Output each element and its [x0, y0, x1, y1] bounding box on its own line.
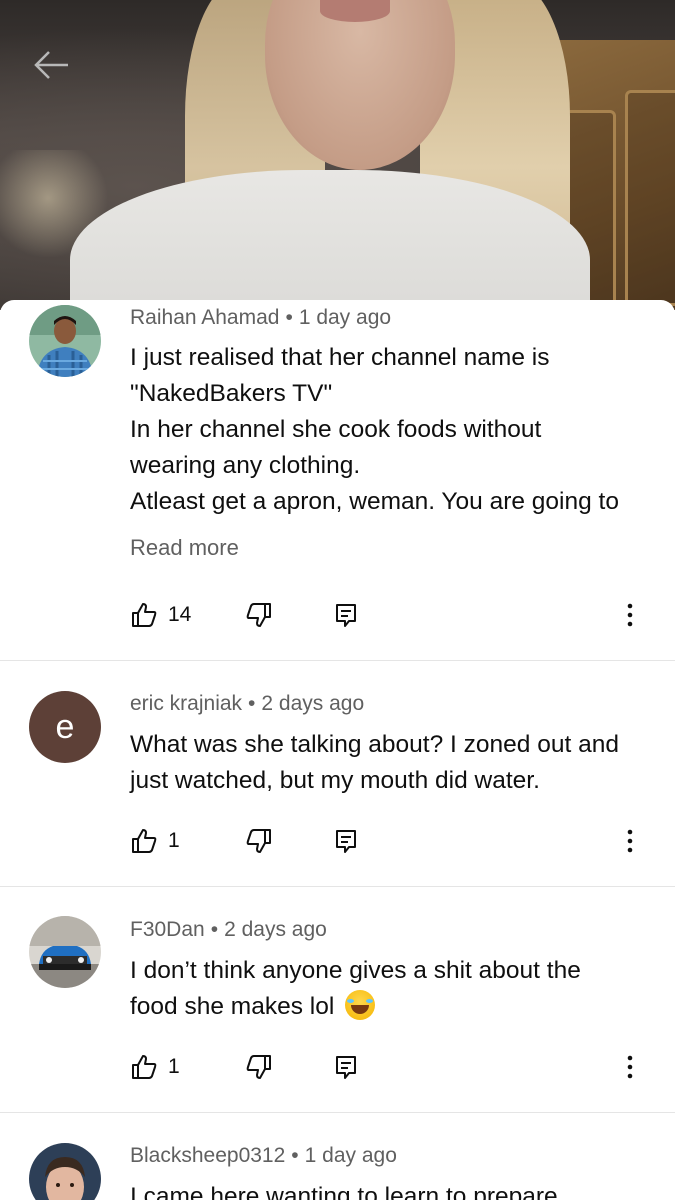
avatar[interactable]: e	[29, 691, 101, 763]
thumbs-down-icon	[246, 603, 271, 627]
comment-item: Blacksheep0312 • 1 day ago I came here wan…	[0, 1113, 675, 1200]
avatar[interactable]	[29, 916, 101, 988]
reply-comment-icon	[336, 1056, 356, 1079]
dislike-button[interactable]	[245, 598, 273, 632]
comments-sheet: Raihan Ahamad • 1 day ago I just realised …	[0, 300, 675, 1200]
comment-meta: Raihan Ahamad • 1 day ago	[130, 306, 391, 330]
comment-author[interactable]: eric krajniak	[130, 692, 242, 715]
comment-line-text: food she makes lol	[130, 993, 335, 1020]
comment-line: What was she talking about? I zoned out …	[130, 731, 619, 758]
like-count: 1	[168, 1055, 180, 1078]
more-options-button[interactable]	[618, 824, 642, 858]
comment-item: Raihan Ahamad • 1 day ago I just realised …	[0, 300, 675, 661]
thumbs-down-icon	[246, 1055, 271, 1079]
comment-item: F30Dan • 2 days ago I don’t think anyone g…	[0, 887, 675, 1113]
like-count: 1	[168, 829, 180, 852]
user-photo-icon	[29, 1143, 101, 1200]
like-count: 14	[168, 603, 192, 626]
more-vertical-icon	[627, 603, 633, 627]
thumbs-down-icon	[246, 829, 271, 853]
comment-author[interactable]: F30Dan	[130, 918, 205, 941]
more-options-button[interactable]	[618, 598, 642, 632]
reply-comment-icon	[336, 604, 356, 627]
arrow-left-icon	[34, 51, 68, 79]
reply-button[interactable]	[332, 598, 360, 632]
thumbs-up-icon	[132, 829, 157, 853]
comment-time: 2 days ago	[261, 692, 365, 715]
meta-separator: •	[291, 1144, 299, 1167]
comment-meta: Blacksheep0312 • 1 day ago	[130, 1144, 397, 1168]
comment-text: What was she talking about? I zoned out …	[130, 727, 645, 799]
video-cabinet-door	[625, 90, 675, 306]
comment-time: 1 day ago	[298, 306, 392, 329]
comment-text: I don’t think anyone gives a shit about …	[130, 953, 645, 1025]
comment-text: I just realised that her channel name is…	[130, 340, 645, 520]
comment-author[interactable]: Blacksheep0312	[130, 1144, 285, 1167]
comment-author[interactable]: Raihan Ahamad	[130, 306, 279, 329]
comment-meta: eric krajniak • 2 days ago	[130, 692, 364, 716]
avatar[interactable]	[29, 305, 101, 377]
video-person-mouth	[320, 0, 390, 22]
like-button[interactable]: 14	[130, 598, 191, 632]
reply-comment-icon	[336, 830, 356, 853]
comment-line: In her channel she cook foods without	[130, 416, 542, 443]
like-button[interactable]: 1	[130, 1050, 180, 1084]
more-options-button[interactable]	[618, 1050, 642, 1084]
read-more-link[interactable]: Read more	[130, 535, 239, 561]
comment-time: 1 day ago	[304, 1144, 397, 1167]
comment-time: 2 days ago	[224, 918, 327, 941]
comment-line: I don’t think anyone gives a shit about …	[130, 957, 581, 984]
meta-separator: •	[285, 306, 293, 329]
avatar-letter: e	[55, 707, 75, 746]
comment-actions: 1	[130, 1050, 660, 1084]
comment-line: just watched, but my mouth did water.	[130, 767, 540, 794]
comment-line: "NakedBakers TV"	[130, 380, 333, 407]
avatar[interactable]	[29, 1143, 101, 1200]
back-button[interactable]	[30, 44, 72, 86]
dislike-button[interactable]	[245, 824, 273, 858]
reply-button[interactable]	[332, 1050, 360, 1084]
comment-item: e eric krajniak • 2 days ago What was she …	[0, 661, 675, 887]
meta-separator: •	[210, 918, 219, 941]
comment-actions: 1	[130, 824, 660, 858]
comment-line: I came here wanting to learn to prepare	[130, 1183, 558, 1200]
reply-button[interactable]	[332, 824, 360, 858]
thumbs-up-icon	[132, 1055, 157, 1079]
car-photo-icon	[29, 916, 101, 988]
comment-actions: 14	[130, 598, 660, 632]
comment-line: wearing any clothing.	[130, 452, 361, 479]
video-player[interactable]	[0, 0, 675, 310]
user-photo-icon	[29, 305, 101, 377]
like-button[interactable]: 1	[130, 824, 180, 858]
comment-line: I just realised that her channel name is	[130, 344, 550, 371]
comment-line: Atleast get a apron, weman. You are goin…	[130, 488, 619, 515]
more-vertical-icon	[627, 1055, 633, 1079]
comment-line: food she makes lol	[130, 989, 645, 1025]
dislike-button[interactable]	[245, 1050, 273, 1084]
face-with-tears-of-joy-emoji-icon	[345, 990, 376, 1020]
comment-text: I came here wanting to learn to prepare	[130, 1179, 645, 1200]
meta-separator: •	[248, 692, 256, 715]
comment-meta: F30Dan • 2 days ago	[130, 918, 327, 942]
more-vertical-icon	[627, 829, 633, 853]
thumbs-up-icon	[132, 603, 157, 627]
